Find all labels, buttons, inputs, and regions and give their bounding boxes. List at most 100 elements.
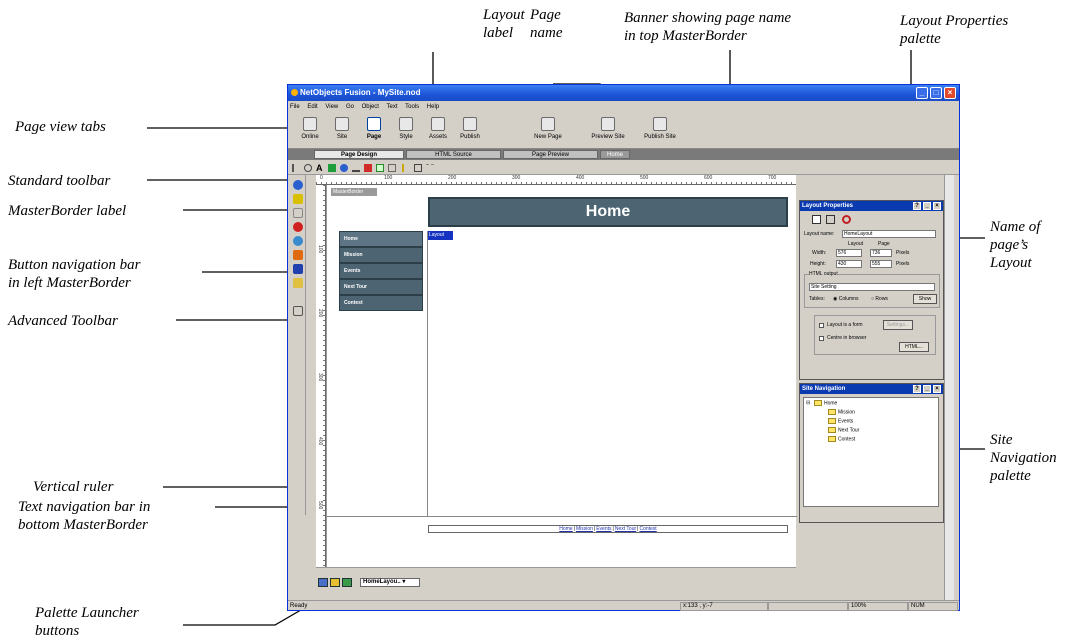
page-icon [367,117,381,131]
menu-object[interactable]: Object [362,104,379,110]
layout-name-field[interactable]: HomeLayout [842,230,936,238]
masterborder-label[interactable]: MasterBorder [331,188,377,196]
tree-node-home[interactable]: Home [814,400,837,407]
tab-page-preview[interactable]: Page Preview [503,150,598,159]
text-nav-events[interactable]: Events [596,526,611,532]
nav-button-home[interactable]: Home [339,231,423,247]
minimize-icon[interactable]: _ [916,87,928,99]
layout-properties-palette: Layout Properties ? _ × Layout name: Hom… [799,200,944,380]
table-icon[interactable] [376,164,384,172]
adv-globe-icon[interactable] [293,180,303,190]
help-icon[interactable]: ? [913,385,921,393]
palette-launcher-button-2[interactable] [330,578,340,587]
layout-tab-icon[interactable] [812,215,821,224]
publish-button[interactable]: Publish [450,115,490,149]
layout-width-field[interactable]: 576 [836,249,862,257]
tree-node-events[interactable]: Events [828,418,853,425]
minimize-icon[interactable]: _ [923,202,931,210]
layout-height-field[interactable]: 430 [836,260,862,268]
layout-canvas[interactable]: MasterBorder Home Layout Home Mission Ev… [326,185,797,567]
rectangle-icon[interactable] [414,164,422,172]
text-nav-contest[interactable]: Contest [639,526,656,532]
new-page-icon [541,117,555,131]
menu-edit[interactable]: Edit [307,104,317,110]
dashed-line-icon[interactable] [426,164,434,172]
nav-button-next-tour[interactable]: Next Tour [339,279,423,295]
callout-standard-toolbar: Standard toolbar [8,173,111,189]
folder-icon [814,400,822,406]
help-icon[interactable]: ? [913,202,921,210]
settings-button[interactable]: Settings... [883,320,913,330]
nav-button-events[interactable]: Events [339,263,423,279]
anchor-icon[interactable] [352,164,360,172]
centre-browser-checkbox[interactable] [819,336,824,341]
layout-select[interactable]: HomeLayou.. ▾ [360,578,420,587]
adv-layout-region-icon[interactable] [293,306,303,316]
page-width-field[interactable]: 736 [870,249,892,257]
vertical-scrollbar[interactable] [944,175,954,600]
layout-label[interactable]: Layout [428,231,453,240]
preview-site-button[interactable]: Preview Site [588,115,628,149]
text-nav-next-tour[interactable]: Next Tour [615,526,636,532]
tree-collapse-icon[interactable]: ⊟ [806,400,810,407]
site-setting-select[interactable]: Site Setting [809,283,935,291]
nav-button-contest[interactable]: Contest [339,295,423,311]
text-navbar: Home|Mission|Events|Next Tour|Contest [428,525,788,533]
button-navbar: Home Mission Events Next Tour Contest [339,231,423,311]
columns-radio[interactable]: ◉ Columns [833,296,859,302]
nav-button-mission[interactable]: Mission [339,247,423,263]
zoom-icon[interactable] [304,164,312,172]
menu-file[interactable]: File [290,104,300,110]
adv-record-icon[interactable] [293,222,303,232]
text-tool-icon[interactable]: A [316,164,324,173]
menu-text[interactable]: Text [387,104,398,110]
line-icon[interactable] [402,164,410,172]
adv-plugin-icon[interactable] [293,264,303,274]
status-coords: x:133 , y:-7 [680,602,768,611]
menu-help[interactable]: Help [427,104,439,110]
close-icon[interactable]: × [933,202,941,210]
rows-radio[interactable]: ○ Rows [871,296,888,302]
show-button[interactable]: Show [913,294,937,304]
palette-launcher-button-1[interactable] [318,578,328,587]
palette-launcher-button-3[interactable] [342,578,352,587]
menu-go[interactable]: Go [346,104,354,110]
callout-advanced-toolbar: Advanced Toolbar [8,313,118,329]
marker-icon[interactable] [364,164,372,172]
tree-node-next-tour[interactable]: Next Tour [828,427,859,434]
close-icon[interactable]: × [933,385,941,393]
tree-node-contest[interactable]: Contest [828,436,855,443]
page-name-tab: Home [600,150,630,159]
menu-tools[interactable]: Tools [405,104,419,110]
callout-site-nav: Site Navigation palette [990,432,1057,484]
background-tab-icon[interactable] [826,215,835,224]
page-height-field[interactable]: 555 [870,260,892,268]
page-banner[interactable]: Home [428,197,788,227]
actions-tab-icon[interactable] [842,215,851,224]
tab-page-design[interactable]: Page Design [314,150,404,159]
menu-view[interactable]: View [325,104,338,110]
form-icon[interactable] [388,164,396,172]
horizontal-scrollbar[interactable] [316,567,796,577]
navbar-icon[interactable] [340,164,348,172]
new-page-button[interactable]: New Page [528,115,568,149]
adv-component-icon[interactable] [293,250,303,260]
tab-html-source[interactable]: HTML Source [406,150,501,159]
text-nav-home[interactable]: Home [559,526,572,532]
adv-search-icon[interactable] [293,236,303,246]
adv-forms-icon[interactable] [293,278,303,288]
folder-icon [828,409,836,415]
publish-site-button[interactable]: Publish Site [640,115,680,149]
pointer-icon[interactable] [292,164,300,172]
minimize-icon[interactable]: _ [923,385,931,393]
picture-icon[interactable] [328,164,336,172]
close-icon[interactable]: × [944,87,956,99]
maximize-icon[interactable]: □ [930,87,942,99]
preview-site-icon [601,117,615,131]
html-button[interactable]: HTML... [899,342,929,352]
adv-cart-icon[interactable] [293,208,303,218]
layout-form-checkbox[interactable] [819,323,824,328]
text-nav-mission[interactable]: Mission [576,526,593,532]
adv-media-icon[interactable] [293,194,303,204]
tree-node-mission[interactable]: Mission [828,409,855,416]
